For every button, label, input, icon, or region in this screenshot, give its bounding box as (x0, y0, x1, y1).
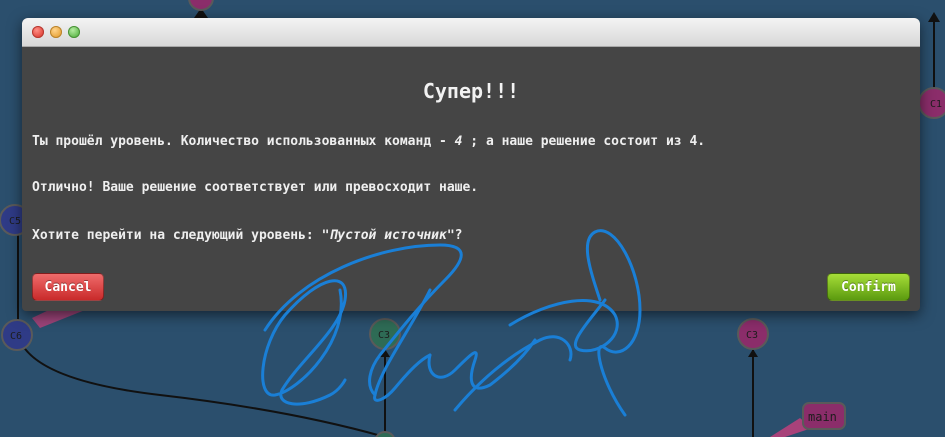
branch-tag-label: main (808, 410, 837, 424)
commit-node-bottom[interactable] (375, 431, 395, 437)
praise-line: Отлично! Ваше решение соответствует или … (32, 180, 479, 195)
minimize-window-icon[interactable] (50, 26, 62, 38)
level-complete-dialog: Супер!!! Ты прошёл уровень. Количество и… (22, 18, 920, 311)
commit-label: C5 (9, 216, 21, 227)
cancel-button[interactable]: Cancel (32, 273, 104, 301)
next-level-suffix: ? (454, 228, 463, 243)
commit-label: C3 (378, 330, 390, 341)
dialog-title: Супер!!! (422, 79, 520, 103)
next-level-line: Хотите перейти на следующий уровень: "Пу… (32, 228, 462, 243)
window-titlebar (22, 18, 920, 47)
confirm-button[interactable]: Confirm (827, 273, 910, 301)
result-line: Ты прошёл уровень. Количество использова… (32, 134, 705, 149)
graph-edge (17, 334, 386, 437)
result-suffix: ; а наше решение состоит из 4. (462, 134, 706, 149)
graph-arrowhead (380, 349, 390, 357)
commit-node-top[interactable] (188, 0, 214, 11)
next-level-prefix: Хотите перейти на следующий уровень: (32, 228, 322, 243)
commit-label: C6 (10, 331, 22, 342)
result-prefix: Ты прошёл уровень. Количество использова… (32, 134, 455, 149)
commit-label: C1 (930, 99, 942, 110)
close-window-icon[interactable] (32, 26, 44, 38)
maximize-window-icon[interactable] (68, 26, 80, 38)
graph-arrowhead (928, 12, 940, 22)
graph-arrowhead (748, 349, 758, 357)
next-level-name: "Пустой источник" (321, 228, 455, 243)
commit-label: C3 (746, 330, 758, 341)
